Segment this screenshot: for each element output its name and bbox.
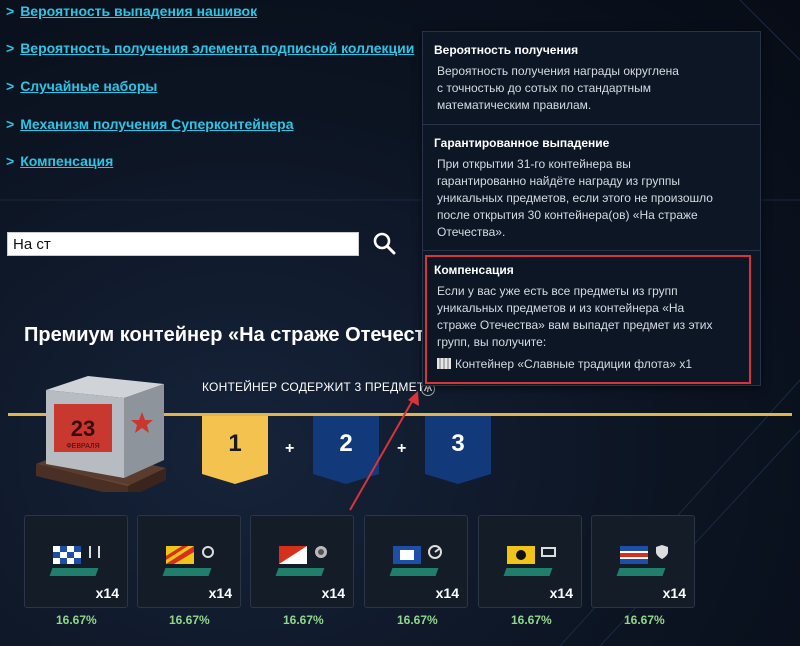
item-chance: 16.67% (511, 613, 552, 627)
signal-flag-icon (620, 546, 648, 564)
item-base (49, 568, 99, 576)
link-label: Вероятность выпадения нашивок (20, 3, 258, 19)
group-badge-1-number-wrap: 1 (202, 416, 268, 484)
signal-flag-icon (507, 546, 535, 564)
item-base (389, 568, 439, 576)
contains-label: КОНТЕЙНЕР СОДЕРЖИТ 3 ПРЕДМЕТА (202, 380, 433, 394)
group-number: 2 (339, 430, 353, 457)
group-badge-2-number-wrap: 2 (313, 416, 379, 484)
svg-text:23: 23 (71, 416, 95, 441)
link-random-sets[interactable]: > Случайные наборы (6, 78, 157, 94)
tooltip-body: При открытии 31-го контейнера вы гаранти… (437, 157, 713, 239)
item-chance: 16.67% (624, 613, 665, 627)
signal-flag-icon (279, 546, 307, 564)
container-crate-image: 23 ФЕВРАЛЯ (36, 376, 166, 492)
item-card-2[interactable]: x14 (137, 515, 241, 608)
item-quantity: x14 (549, 585, 573, 601)
item-card-4[interactable]: x14 (364, 515, 468, 608)
group-badge-3-number-wrap: 3 (425, 416, 491, 484)
item-base (275, 568, 325, 576)
signal-flag-icon (393, 546, 421, 564)
tooltip-section-probability: Вероятность получения Вероятность получе… (423, 43, 760, 114)
item-card-1[interactable]: x14 (24, 515, 128, 608)
svg-text:ФЕВРАЛЯ: ФЕВРАЛЯ (66, 443, 99, 450)
tooltip-divider (423, 250, 760, 251)
group-number: 3 (451, 430, 465, 457)
item-chance: 16.67% (169, 613, 210, 627)
shield-icon (656, 545, 668, 559)
item-base (503, 568, 553, 576)
signal-flag-icon (53, 546, 81, 564)
plus-sign: + (397, 440, 407, 457)
item-chance: 16.67% (283, 613, 324, 627)
item-chance: 16.67% (56, 613, 97, 627)
tools-icon (89, 546, 100, 558)
gauge-icon (428, 545, 442, 559)
item-card-6[interactable]: x14 (591, 515, 695, 608)
item-quantity: x14 (435, 585, 459, 601)
item-base (162, 568, 212, 576)
plus-sign: + (285, 440, 295, 457)
dial-icon (315, 546, 327, 558)
link-label: Случайные наборы (20, 78, 158, 94)
item-quantity: x14 (95, 585, 119, 601)
tooltip-divider (423, 124, 760, 125)
link-label: Компенсация (20, 153, 114, 169)
link-supercontainer[interactable]: > Механизм получения Суперконтейнера (6, 116, 293, 132)
gear-icon (202, 546, 214, 558)
item-base (616, 568, 666, 576)
item-chance: 16.67% (397, 613, 438, 627)
tooltip-body: Вероятность получения награды округлена … (437, 64, 679, 112)
tooltip-heading: Вероятность получения (434, 43, 579, 57)
chevron-right-icon: > (6, 78, 15, 94)
item-card-5[interactable]: x14 (478, 515, 582, 608)
signal-flag-icon (166, 546, 194, 564)
search-input[interactable] (7, 232, 359, 256)
highlight-box (425, 255, 751, 384)
chevron-right-icon: > (6, 40, 15, 56)
battery-icon (541, 547, 556, 557)
search-icon[interactable] (372, 231, 396, 255)
item-card-3[interactable]: x14 (250, 515, 354, 608)
group-number: 1 (228, 430, 242, 457)
item-quantity: x14 (321, 585, 345, 601)
link-label: Механизм получения Суперконтейнера (20, 116, 294, 132)
tooltip-section-guarantee: Гарантированное выпадение При открытии 3… (423, 136, 760, 241)
link-subscription-collection[interactable]: > Вероятность получения элемента подписно… (6, 40, 414, 56)
link-compensation[interactable]: > Компенсация (6, 153, 113, 169)
container-title: Премиум контейнер «На страже Отечест (24, 324, 425, 346)
item-quantity: x14 (662, 585, 686, 601)
link-label: Вероятность получения элемента подписной… (20, 40, 415, 56)
chevron-right-icon: > (6, 3, 15, 19)
chevron-right-icon: > (6, 153, 15, 169)
chevron-right-icon: > (6, 116, 15, 132)
tooltip-heading: Гарантированное выпадение (434, 136, 610, 150)
link-nashivki[interactable]: > Вероятность выпадения нашивок (6, 3, 257, 19)
item-quantity: x14 (208, 585, 232, 601)
